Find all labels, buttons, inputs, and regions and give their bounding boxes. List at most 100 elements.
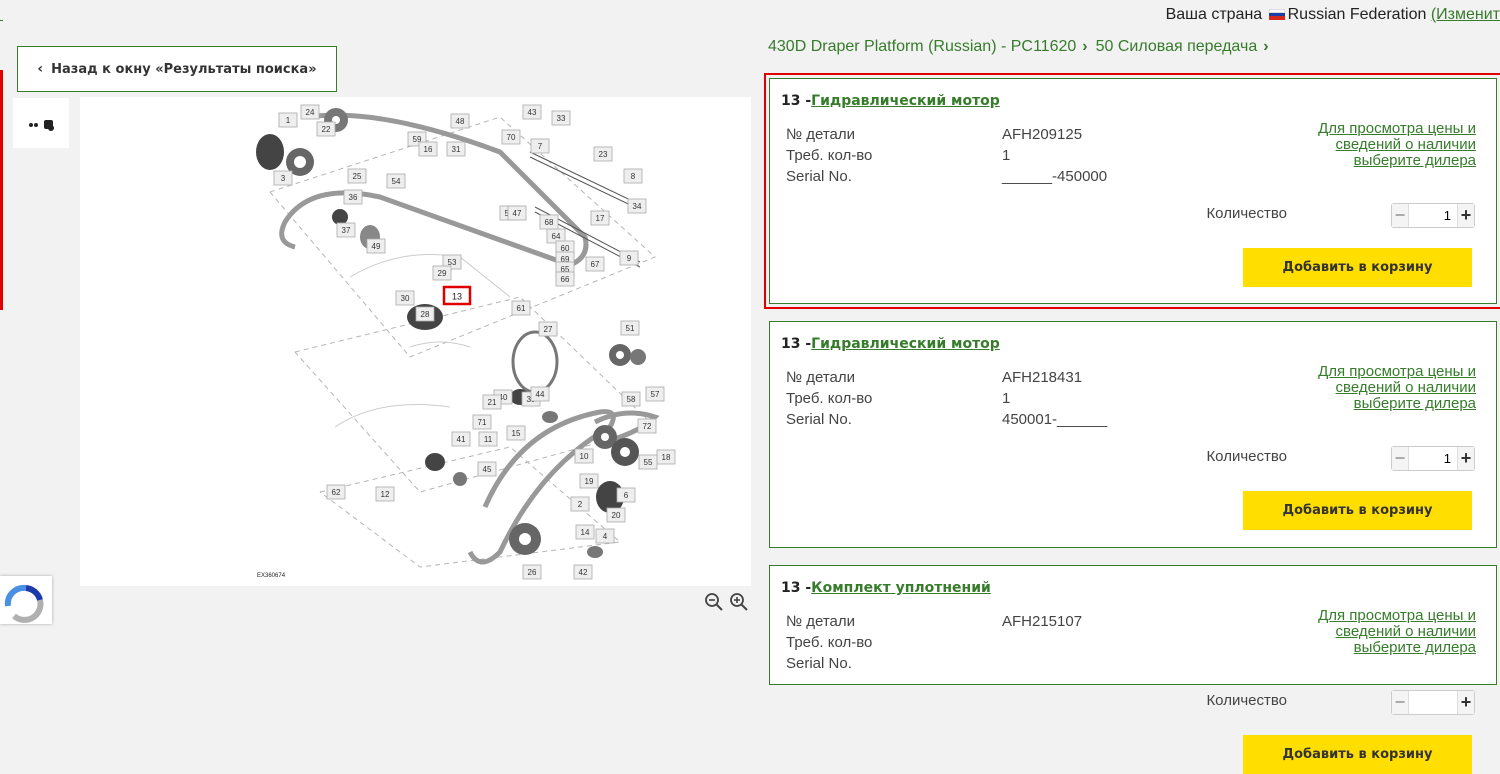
highlight-callout-label[interactable]: 13	[452, 292, 462, 302]
diagram-callout[interactable]: 44	[530, 386, 550, 402]
minus-icon[interactable]: −	[1392, 447, 1408, 470]
diagram-callout[interactable]: 23	[593, 146, 613, 162]
svg-text:22: 22	[322, 125, 331, 134]
add-to-cart-button[interactable]: Добавить в корзину	[1243, 491, 1472, 530]
diagram-callout[interactable]: 2	[570, 496, 590, 512]
plus-icon[interactable]: +	[1458, 204, 1474, 227]
diagram-callout[interactable]: 55	[638, 454, 658, 470]
diagram-callout[interactable]: 7	[530, 138, 550, 154]
breadcrumb-item-model[interactable]: 430D Draper Platform (Russian) - PC11620	[768, 38, 1076, 55]
svg-text:29: 29	[438, 269, 447, 278]
minus-icon[interactable]: −	[1392, 691, 1408, 714]
zoom-out-icon[interactable]	[704, 592, 724, 617]
diagram-callout[interactable]: 42	[573, 564, 593, 580]
country-selector: Ваша страна Russian Federation (Изменит	[1166, 6, 1500, 24]
quantity-label: Количество	[1206, 448, 1287, 465]
select-dealer-link[interactable]: Для просмотра цены и сведений о наличии …	[1276, 364, 1476, 412]
svg-text:48: 48	[456, 117, 465, 126]
diagram-callout[interactable]: 10	[574, 448, 594, 464]
diagram-callout[interactable]: 3	[273, 170, 293, 186]
diagram-callout[interactable]: 61	[511, 300, 531, 316]
diagram-callout[interactable]: 9	[619, 250, 639, 266]
diagram-callout[interactable]: 72	[637, 418, 657, 434]
diagram-callout[interactable]: 37	[336, 222, 356, 238]
svg-text:26: 26	[528, 568, 537, 577]
quantity-input[interactable]	[1408, 447, 1458, 470]
diagram-callout[interactable]: 19	[579, 473, 599, 489]
diagram-callout[interactable]: 17	[590, 210, 610, 226]
diagram-callout[interactable]: 12	[375, 486, 395, 502]
diagram-callout[interactable]: 70	[501, 129, 521, 145]
diagram-callout[interactable]: 45	[477, 461, 497, 477]
add-to-cart-button[interactable]: Добавить в корзину	[1243, 735, 1472, 774]
svg-text:30: 30	[401, 294, 410, 303]
diagram-callout[interactable]: 67	[585, 256, 605, 272]
minus-icon[interactable]: −	[1392, 204, 1408, 227]
breadcrumb: 430D Draper Platform (Russian) - PC11620…	[768, 38, 1277, 56]
diagram-callout[interactable]: 51	[620, 320, 640, 336]
diagram-callout[interactable]: 62	[326, 484, 346, 500]
select-dealer-link[interactable]: Для просмотра цены и сведений о наличии …	[1276, 608, 1476, 656]
diagram-callout[interactable]: 71	[472, 414, 492, 430]
diagram-callout[interactable]: 33	[551, 110, 571, 126]
diagram-callout[interactable]: 6	[616, 487, 636, 503]
diagram-callout[interactable]: 1	[278, 112, 298, 128]
diagram-callout[interactable]: 27	[538, 321, 558, 337]
svg-text:25: 25	[353, 172, 362, 181]
diagram-callout[interactable]: 66	[555, 271, 575, 287]
quantity-input[interactable]	[1408, 691, 1458, 714]
top-left-link-fragment[interactable]	[0, 4, 3, 21]
diagram-callout[interactable]: 36	[343, 189, 363, 205]
diagram-callout[interactable]: 24	[300, 104, 320, 120]
quantity-stepper: − +	[1391, 446, 1475, 471]
diagram-callout[interactable]: 31	[446, 141, 466, 157]
diagram-callout[interactable]: 41	[451, 431, 471, 447]
diagram-callout[interactable]: 68	[539, 214, 559, 230]
part-number-label: № детали	[786, 126, 856, 143]
svg-text:70: 70	[507, 133, 516, 142]
diagram-callout[interactable]: 26	[522, 564, 542, 580]
part-title: 13 -Гидравлический мотор	[781, 336, 1000, 352]
add-to-cart-button[interactable]: Добавить в корзину	[1243, 248, 1472, 287]
diagram-callout[interactable]: 4	[595, 528, 615, 544]
diagram-callout[interactable]: 25	[347, 168, 367, 184]
diagram-callout[interactable]: 16	[418, 141, 438, 157]
svg-text:1: 1	[286, 116, 291, 125]
breadcrumb-item-section[interactable]: 50 Силовая передача	[1096, 38, 1258, 55]
diagram-callout[interactable]: 34	[627, 198, 647, 214]
select-dealer-link[interactable]: Для просмотра цены и сведений о наличии …	[1276, 121, 1476, 169]
diagram-callout[interactable]: 47	[507, 205, 527, 221]
diagram-callout[interactable]: 48	[450, 113, 470, 129]
part-name-link[interactable]: Гидравлический мотор	[811, 336, 1000, 352]
zoom-in-icon[interactable]	[729, 592, 749, 617]
diagram-callout[interactable]: 8	[623, 168, 643, 184]
diagram-callout[interactable]: 57	[645, 386, 665, 402]
svg-text:19: 19	[585, 477, 594, 486]
diagram-thumbnail[interactable]	[13, 98, 69, 148]
diagram-callout[interactable]: 18	[656, 449, 676, 465]
back-to-results-button[interactable]: ‹ Назад к окну «Результаты поиска»	[17, 46, 337, 92]
quantity-input[interactable]	[1408, 204, 1458, 227]
diagram-callout[interactable]: 21	[482, 394, 502, 410]
diagram-callout[interactable]: 14	[575, 524, 595, 540]
diagram-callout[interactable]: 49	[366, 238, 386, 254]
recaptcha-badge[interactable]	[0, 576, 52, 624]
part-name-link[interactable]: Комплект уплотнений	[811, 580, 991, 596]
diagram-callout[interactable]: 58	[621, 391, 641, 407]
serial-label: Serial No.	[786, 168, 852, 185]
diagram-callout[interactable]: 20	[606, 507, 626, 523]
diagram-callout[interactable]: 29	[432, 265, 452, 281]
diagram-callout[interactable]: 54	[386, 173, 406, 189]
diagram-callout[interactable]: 15	[506, 425, 526, 441]
diagram-callout[interactable]: 22	[316, 121, 336, 137]
diagram-callout[interactable]: 11	[478, 431, 498, 447]
diagram-callout[interactable]: 28	[415, 306, 435, 322]
diagram-callout[interactable]: 30	[395, 290, 415, 306]
change-country-link[interactable]: (Изменит	[1431, 6, 1500, 23]
diagram-callout[interactable]: 43	[522, 104, 542, 120]
plus-icon[interactable]: +	[1458, 691, 1474, 714]
part-name-link[interactable]: Гидравлический мотор	[811, 93, 1000, 109]
parts-diagram[interactable]: 1242232554363749534859161792385034476460…	[80, 97, 751, 586]
serial-label: Serial No.	[786, 655, 852, 672]
plus-icon[interactable]: +	[1458, 447, 1474, 470]
